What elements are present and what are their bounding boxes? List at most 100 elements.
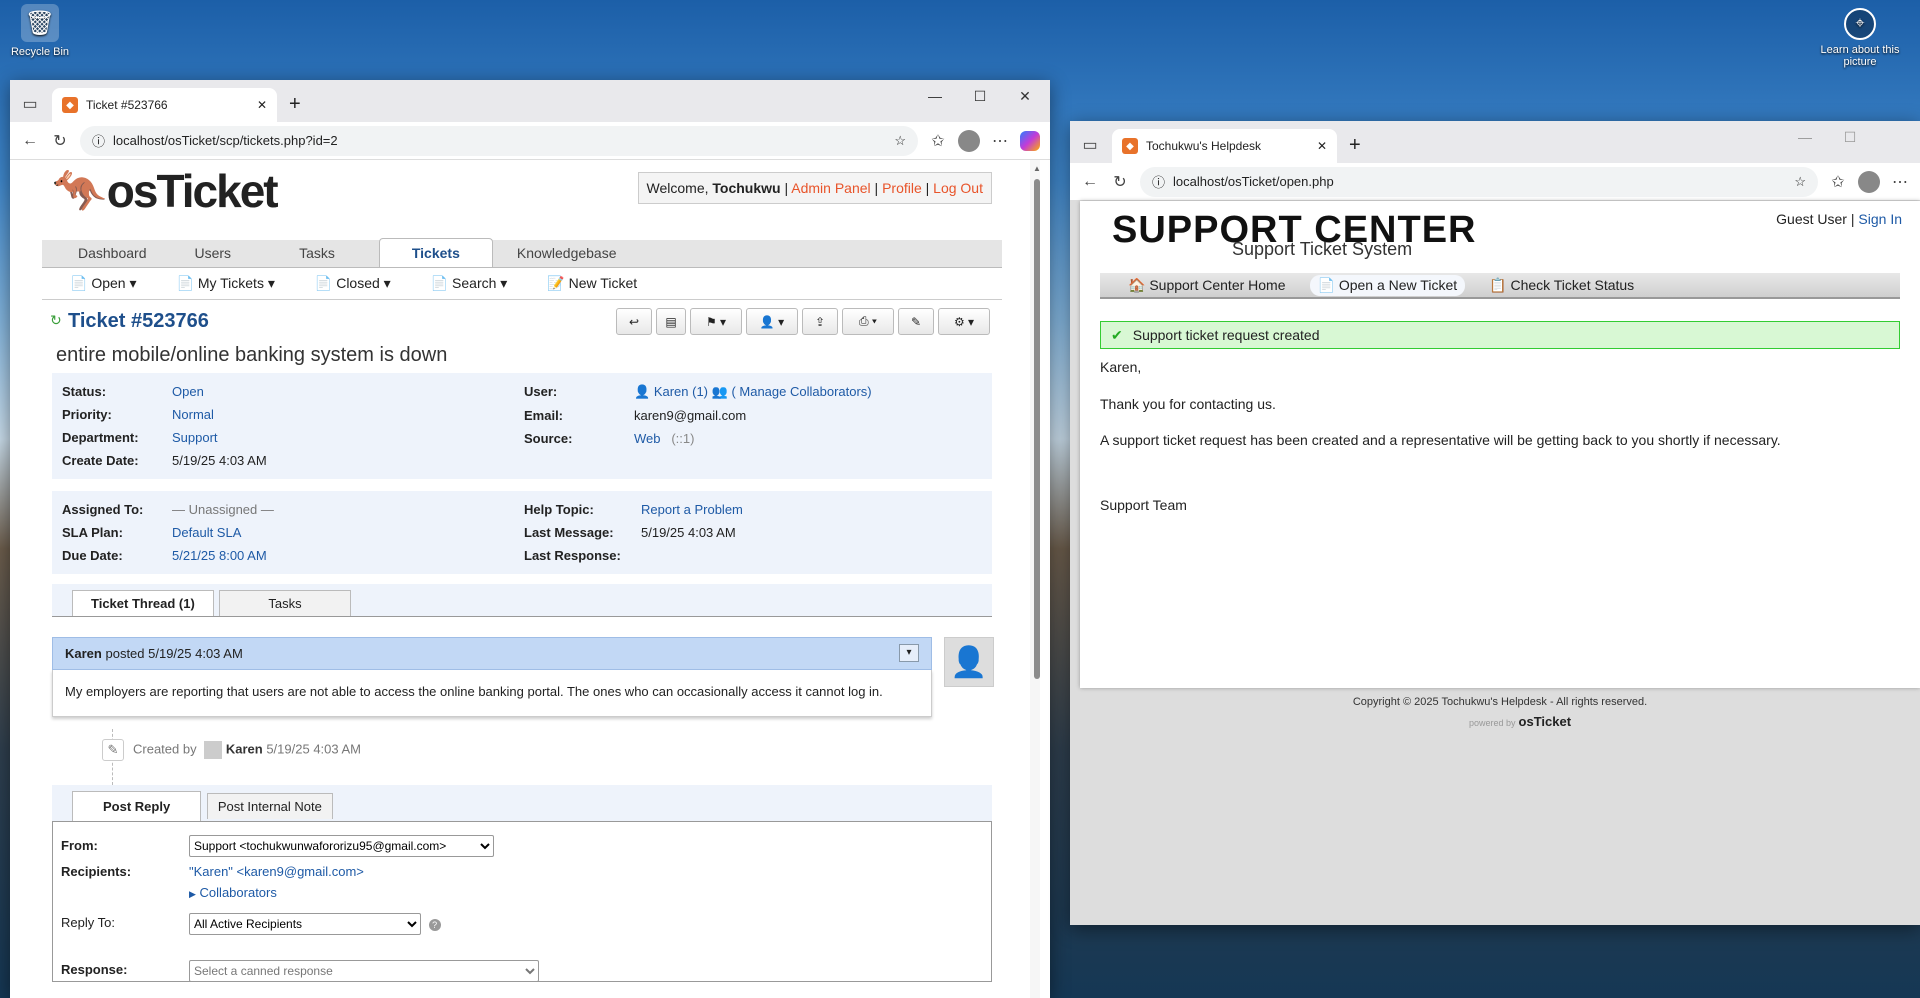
help-tip-icon[interactable]: ? xyxy=(428,918,441,931)
entry-options-icon[interactable]: ▾ xyxy=(899,644,919,662)
reply-button[interactable]: ↩ xyxy=(616,308,652,335)
nav-dashboard[interactable]: Dashboard xyxy=(54,239,171,267)
client-close-tab-icon[interactable]: ✕ xyxy=(1317,139,1327,153)
close-tab-icon[interactable]: ✕ xyxy=(257,98,267,112)
client-minimize-icon[interactable]: — xyxy=(1790,129,1820,145)
status-value[interactable]: Open xyxy=(172,381,267,402)
post-note-button[interactable]: ▤ xyxy=(656,308,686,335)
reload-icon[interactable]: ↻ xyxy=(50,131,70,151)
reply-form: From: Support <tochukwunwafororizu95@gma… xyxy=(52,821,992,982)
client-footer: Copyright © 2025 Tochukwu's Helpdesk - A… xyxy=(1080,696,1920,729)
more-menu-icon[interactable]: ⋯ xyxy=(990,131,1010,151)
url-text: localhost/osTicket/scp/tickets.php?id=2 xyxy=(113,133,338,148)
due-date-value[interactable]: 5/21/25 8:00 AM xyxy=(172,545,274,566)
tab-post-internal-note[interactable]: Post Internal Note xyxy=(206,792,333,819)
collaborators-toggle[interactable]: ▶ Collaborators xyxy=(189,885,277,900)
client-profile-avatar-icon[interactable] xyxy=(1858,170,1880,193)
tab-actions-icon[interactable]: ▭ xyxy=(20,94,40,114)
url-field[interactable]: ⓘ localhost/osTicket/scp/tickets.php?id=… xyxy=(80,125,918,156)
client-site-info-icon[interactable]: ⓘ xyxy=(1152,172,1165,191)
favorite-star-icon[interactable]: ☆ xyxy=(894,133,906,149)
transfer-button[interactable]: ⇪ xyxy=(802,308,838,335)
flag-button[interactable]: ⚑ ▾ xyxy=(690,308,742,335)
scroll-thumb[interactable] xyxy=(1034,179,1040,679)
learn-picture-label: Learn about this picture xyxy=(1820,44,1900,68)
client-nav: 🏠 Support Center Home 📄 Open a New Ticke… xyxy=(1100,273,1900,299)
client-favorites-icon[interactable]: ✩ xyxy=(1828,172,1848,192)
client-new-tab-icon[interactable]: + xyxy=(1349,134,1361,157)
subnav-new-ticket[interactable]: 📝 New Ticket xyxy=(547,275,637,292)
sign-in-link[interactable]: Sign In xyxy=(1858,211,1902,227)
subnav-my-tickets[interactable]: 📄 My Tickets ▾ xyxy=(177,275,275,292)
logout-link[interactable]: Log Out xyxy=(933,180,983,196)
edit-button[interactable]: ✎ xyxy=(898,308,934,335)
subnav-search[interactable]: 📄 Search ▾ xyxy=(431,275,508,292)
profile-avatar-icon[interactable] xyxy=(958,129,980,152)
browser-tab-helpdesk[interactable]: ◆ Tochukwu's Helpdesk ✕ xyxy=(1112,129,1337,163)
client-url-field[interactable]: ⓘ localhost/osTicket/open.php ☆ xyxy=(1140,166,1818,197)
site-info-icon[interactable]: ⓘ xyxy=(92,131,105,150)
page-scrollbar[interactable]: ▲ xyxy=(1030,160,1040,998)
minimize-icon[interactable]: — xyxy=(920,88,950,104)
greeting: Karen, xyxy=(1100,359,1142,375)
from-select[interactable]: Support <tochukwunwafororizu95@gmail.com… xyxy=(189,834,494,857)
nav-tasks[interactable]: Tasks xyxy=(255,239,379,267)
client-favorite-star-icon[interactable]: ☆ xyxy=(1794,174,1806,190)
maximize-icon[interactable]: ☐ xyxy=(965,88,995,105)
tab-ticket-thread[interactable]: Ticket Thread (1) xyxy=(72,590,214,616)
staff-page: 🦘 osTicket Welcome, Tochukwu | Admin Pan… xyxy=(10,160,1040,998)
post-author: Karen xyxy=(65,646,102,661)
admin-panel-link[interactable]: Admin Panel xyxy=(791,180,870,196)
email-value: karen9@gmail.com xyxy=(634,408,747,423)
tab-thread-tasks[interactable]: Tasks xyxy=(219,590,351,616)
help-topic-value[interactable]: Report a Problem xyxy=(641,499,743,520)
favorites-icon[interactable]: ✩ xyxy=(928,131,948,151)
client-browser-window: ▭ ◆ Tochukwu's Helpdesk ✕ + — ☐ ← ↻ ⓘ lo… xyxy=(1070,121,1920,925)
close-window-icon[interactable]: ✕ xyxy=(1010,88,1040,105)
scroll-up-icon[interactable]: ▲ xyxy=(1030,160,1040,173)
browser-tab-ticket[interactable]: ◆ Ticket #523766 ✕ xyxy=(52,88,277,122)
tab-post-reply[interactable]: Post Reply xyxy=(72,790,202,821)
subnav-closed[interactable]: 📄 Closed ▾ xyxy=(315,275,391,292)
osticket-logo[interactable]: 🦘 osTicket xyxy=(52,168,279,214)
success-notice: ✔ Support ticket request created xyxy=(1100,321,1900,349)
message-text: A support ticket request has been create… xyxy=(1100,431,1781,448)
canned-response-select[interactable]: Select a canned response xyxy=(189,959,539,982)
reply-to-select[interactable]: All Active Recipients xyxy=(189,912,421,935)
subnav-open[interactable]: 📄 Open ▾ xyxy=(70,275,137,292)
client-tab-actions-icon[interactable]: ▭ xyxy=(1080,135,1100,155)
ticket-title[interactable]: Ticket #523766 xyxy=(68,310,209,333)
print-button[interactable]: ⎙ ▾ xyxy=(842,308,894,335)
recycle-bin-icon[interactable]: 🗑 Recycle Bin xyxy=(0,4,80,58)
client-reload-icon[interactable]: ↻ xyxy=(1110,172,1130,192)
learn-picture-icon[interactable]: ⌖ Learn about this picture xyxy=(1820,8,1900,68)
back-icon[interactable]: ← xyxy=(20,132,40,150)
nav-support-home[interactable]: 🏠 Support Center Home xyxy=(1128,277,1286,294)
more-settings-button[interactable]: ⚙ ▾ xyxy=(938,308,990,335)
new-tab-icon[interactable]: + xyxy=(289,93,301,116)
nav-knowledgebase[interactable]: Knowledgebase xyxy=(493,239,641,267)
department-value[interactable]: Support xyxy=(172,427,267,448)
nav-check-status[interactable]: 📋 Check Ticket Status xyxy=(1489,277,1634,294)
profile-link[interactable]: Profile xyxy=(882,180,922,196)
author-avatar: 👤 xyxy=(944,637,994,687)
powered-by[interactable]: powered by osTicket xyxy=(1120,714,1920,729)
copilot-icon[interactable] xyxy=(1020,130,1040,151)
client-back-icon[interactable]: ← xyxy=(1080,173,1100,191)
sla-plan-value[interactable]: Default SLA xyxy=(172,522,274,543)
manage-collaborators-link[interactable]: ( Manage Collaborators) xyxy=(731,384,871,399)
client-maximize-icon[interactable]: ☐ xyxy=(1835,129,1865,146)
nav-tickets[interactable]: Tickets xyxy=(378,238,493,267)
priority-value[interactable]: Normal xyxy=(172,404,267,425)
copyright-text: Copyright © 2025 Tochukwu's Helpdesk - A… xyxy=(1352,696,1648,708)
source-value[interactable]: Web xyxy=(634,431,661,446)
recipients-link[interactable]: "Karen" <karen9@gmail.com> xyxy=(189,864,364,879)
create-date-value: 5/19/25 4:03 AM xyxy=(172,453,267,468)
client-more-menu-icon[interactable]: ⋯ xyxy=(1890,172,1910,192)
user-link[interactable]: Karen (1) xyxy=(654,384,708,399)
assigned-to-value[interactable]: — Unassigned — xyxy=(172,499,274,520)
refresh-icon[interactable]: ↻ xyxy=(50,312,62,329)
nav-users[interactable]: Users xyxy=(171,239,256,267)
nav-open-ticket[interactable]: 📄 Open a New Ticket xyxy=(1309,274,1466,296)
assign-button[interactable]: 👤 ▾ xyxy=(746,308,798,335)
